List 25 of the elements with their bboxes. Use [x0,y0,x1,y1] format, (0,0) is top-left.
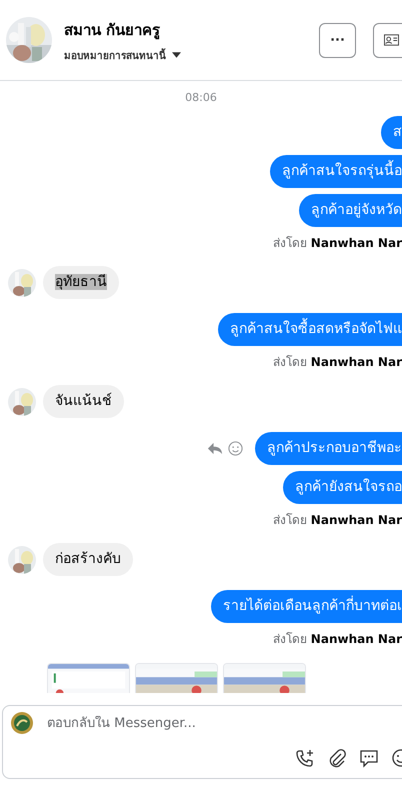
message-bubble: จันแน้นช์ [43,385,124,418]
message-bubble: ลูกค้ายังสนใจรถอ [283,471,402,504]
sent-by-text: ส่งโดย Nanwhan Nar [272,354,402,371]
more-button[interactable]: ··· [319,22,356,58]
avatar [11,712,33,734]
message-bubble: ก่อสร้างคับ [43,543,133,576]
message-bubble: ลูกค้าอยู่จังหวัด [299,194,402,227]
message-bubble: รายได้ต่อเดือนลูกค้ากี่บาทต่อเ [211,590,402,623]
caret-icon [172,52,181,58]
timestamp: 08:06 [185,91,217,104]
sent-by-text: ส่งโดย Nanwhan Nar [272,631,402,648]
contact-card-button[interactable] [373,22,402,58]
paperclip-icon[interactable] [327,748,347,768]
message-bubble: ลูกค้าประกอบอาชีพอะ [255,432,402,465]
contact-name: สมาน กันยาครู [64,20,162,42]
message-bubble: ลูกค้าสนใจซื้อสดหรือจัดไฟแ [218,313,402,346]
message-bubble: อุทัยธานี [43,266,119,299]
message-bubble: ลูกค้าสนใจรถรุ่นนี้อ [270,155,402,188]
phone-plus-icon[interactable] [295,748,315,768]
contact-card-icon [384,34,399,46]
sent-by-text: ส่งโดย Nanwhan Nar [272,512,402,529]
sent-by-text: ส่งโดย Nanwhan Nar [272,235,402,252]
reply-icon[interactable] [207,441,222,456]
chat-bubble-icon[interactable] [359,748,379,768]
message-bubble: ส [381,116,402,149]
